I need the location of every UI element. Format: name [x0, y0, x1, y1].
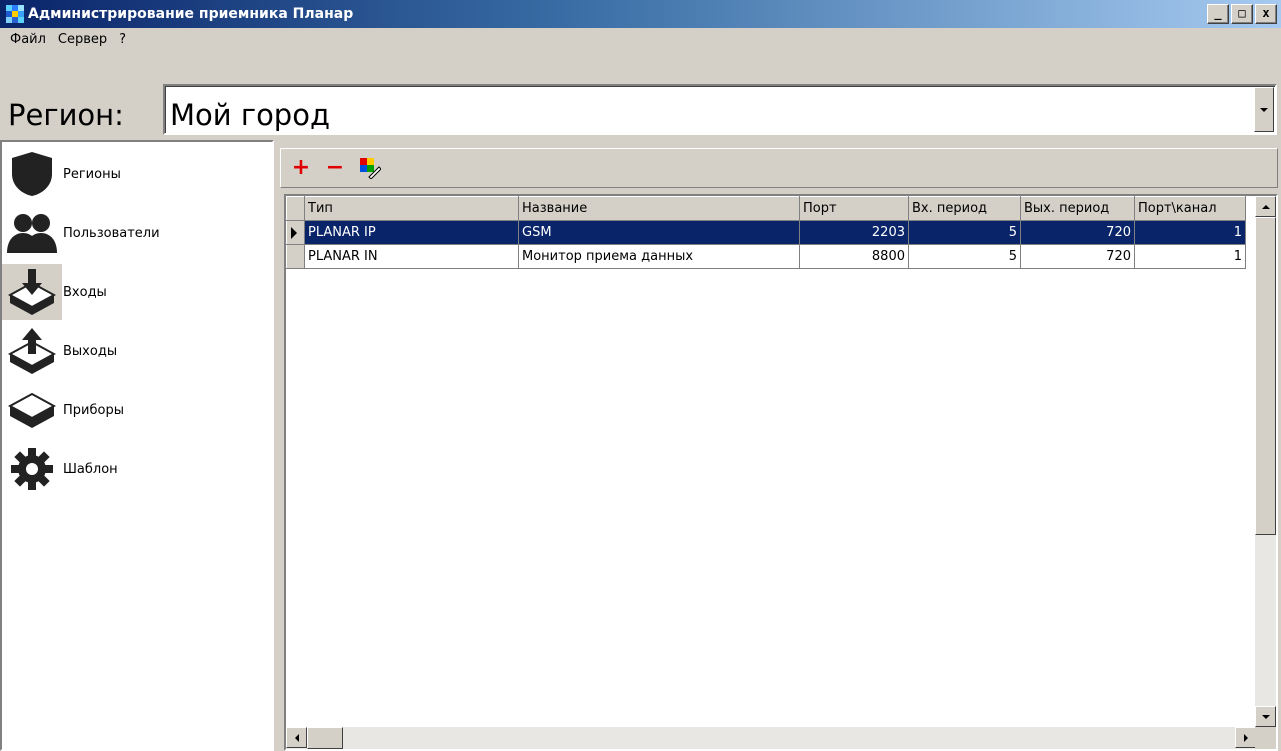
- vertical-scroll-thumb[interactable]: [1255, 217, 1276, 535]
- outputs-icon: [2, 323, 62, 379]
- cell-port[interactable]: 2203: [799, 220, 909, 245]
- sidebar-item-label: Шаблон: [63, 461, 118, 477]
- scroll-down-button[interactable]: [1255, 706, 1276, 727]
- cell-in-period[interactable]: 5: [908, 220, 1021, 245]
- region-label: Регион:: [8, 98, 124, 132]
- sidebar-item-label: Выходы: [63, 343, 118, 359]
- scroll-up-button[interactable]: [1255, 196, 1276, 217]
- scroll-right-button[interactable]: [1235, 727, 1256, 748]
- region-bar: Регион: Мой город: [0, 82, 1281, 140]
- sidebar-item-label: Пользователи: [63, 225, 160, 241]
- close-button[interactable]: x: [1255, 4, 1277, 24]
- sidebar-item-outputs[interactable]: Выходы: [2, 323, 272, 379]
- edit-properties-button[interactable]: [359, 157, 382, 180]
- sidebar: Регионы Пользователи Входы Выходы Прибор…: [0, 140, 274, 751]
- horizontal-scroll-thumb[interactable]: [307, 727, 343, 749]
- cell-type[interactable]: PLANAR IN: [304, 244, 519, 269]
- arrow-down-icon: [1261, 714, 1270, 719]
- sidebar-item-devices[interactable]: Приборы: [2, 382, 272, 438]
- region-value: Мой город: [170, 98, 331, 132]
- sidebar-item-users[interactable]: Пользователи: [2, 205, 272, 261]
- cell-name[interactable]: GSM: [518, 220, 800, 245]
- sidebar-item-label: Приборы: [63, 402, 124, 418]
- menu-bar: Файл Сервер ?: [0, 28, 1281, 50]
- sidebar-item-label: Регионы: [63, 166, 121, 182]
- cell-in-period[interactable]: 5: [908, 244, 1021, 269]
- table-header: Тип Название Порт Вх. период Вых. период…: [286, 196, 1246, 221]
- column-header-in-period[interactable]: Вх. период: [908, 196, 1021, 221]
- devices-icon: [2, 382, 62, 438]
- region-select[interactable]: Мой город: [163, 84, 1277, 135]
- shield-icon: [2, 146, 62, 202]
- inputs-icon: [2, 264, 62, 320]
- app-icon: [6, 5, 24, 23]
- cell-type[interactable]: PLANAR IP: [304, 220, 519, 245]
- cell-name[interactable]: Монитор приема данных: [518, 244, 800, 269]
- data-grid[interactable]: Тип Название Порт Вх. период Вых. период…: [284, 194, 1278, 751]
- users-icon: [2, 205, 62, 261]
- minimize-button[interactable]: _: [1207, 4, 1229, 24]
- arrow-right-icon: [1243, 733, 1248, 742]
- properties-icon: [360, 158, 382, 180]
- sidebar-item-template[interactable]: Шаблон: [2, 441, 272, 497]
- row-pointer-icon: [291, 226, 297, 239]
- column-header-port[interactable]: Порт: [799, 196, 909, 221]
- vertical-scrollbar[interactable]: [1255, 196, 1276, 727]
- cell-out-period[interactable]: 720: [1020, 220, 1135, 245]
- cell-channel[interactable]: 1: [1134, 220, 1246, 245]
- column-header-out-period[interactable]: Вых. период: [1020, 196, 1135, 221]
- table-row[interactable]: PLANAR IP GSM 2203 5 720 1: [286, 220, 1246, 245]
- inputs-table: Тип Название Порт Вх. период Вых. период…: [286, 196, 1246, 269]
- column-header-name[interactable]: Название: [518, 196, 800, 221]
- cell-out-period[interactable]: 720: [1020, 244, 1135, 269]
- menu-server[interactable]: Сервер: [52, 32, 113, 47]
- column-header-channel[interactable]: Порт\канал: [1134, 196, 1246, 221]
- window-title: Администрирование приемника Планар: [28, 6, 354, 22]
- title-bar[interactable]: Администрирование приемника Планар _ □ x: [0, 0, 1281, 28]
- scroll-left-button[interactable]: [286, 727, 307, 748]
- sidebar-item-inputs[interactable]: Входы: [2, 264, 272, 320]
- arrow-up-icon: [1261, 204, 1270, 209]
- sidebar-item-label: Входы: [63, 284, 107, 300]
- sidebar-item-regions[interactable]: Регионы: [2, 146, 272, 202]
- main-panel: + − Тип Название Порт Вх. период Вых. пе…: [280, 148, 1278, 751]
- menu-file[interactable]: Файл: [4, 32, 52, 47]
- gear-icon: [2, 441, 62, 497]
- maximize-button[interactable]: □: [1231, 4, 1253, 24]
- arrow-left-icon: [294, 733, 299, 742]
- table-row[interactable]: PLANAR IN Монитор приема данных 8800 5 7…: [286, 244, 1246, 269]
- cell-port[interactable]: 8800: [799, 244, 909, 269]
- toolbar: + −: [280, 148, 1278, 188]
- chevron-down-icon[interactable]: [1254, 87, 1274, 132]
- menu-help[interactable]: ?: [113, 32, 132, 47]
- header-indicator: [286, 196, 305, 221]
- cell-channel[interactable]: 1: [1134, 244, 1246, 269]
- scrollbar-corner: [1255, 727, 1276, 749]
- row-indicator: [286, 220, 305, 245]
- horizontal-scrollbar[interactable]: [286, 727, 1256, 749]
- remove-button[interactable]: −: [325, 157, 345, 179]
- row-indicator: [286, 244, 305, 269]
- add-button[interactable]: +: [291, 157, 311, 179]
- column-header-type[interactable]: Тип: [304, 196, 519, 221]
